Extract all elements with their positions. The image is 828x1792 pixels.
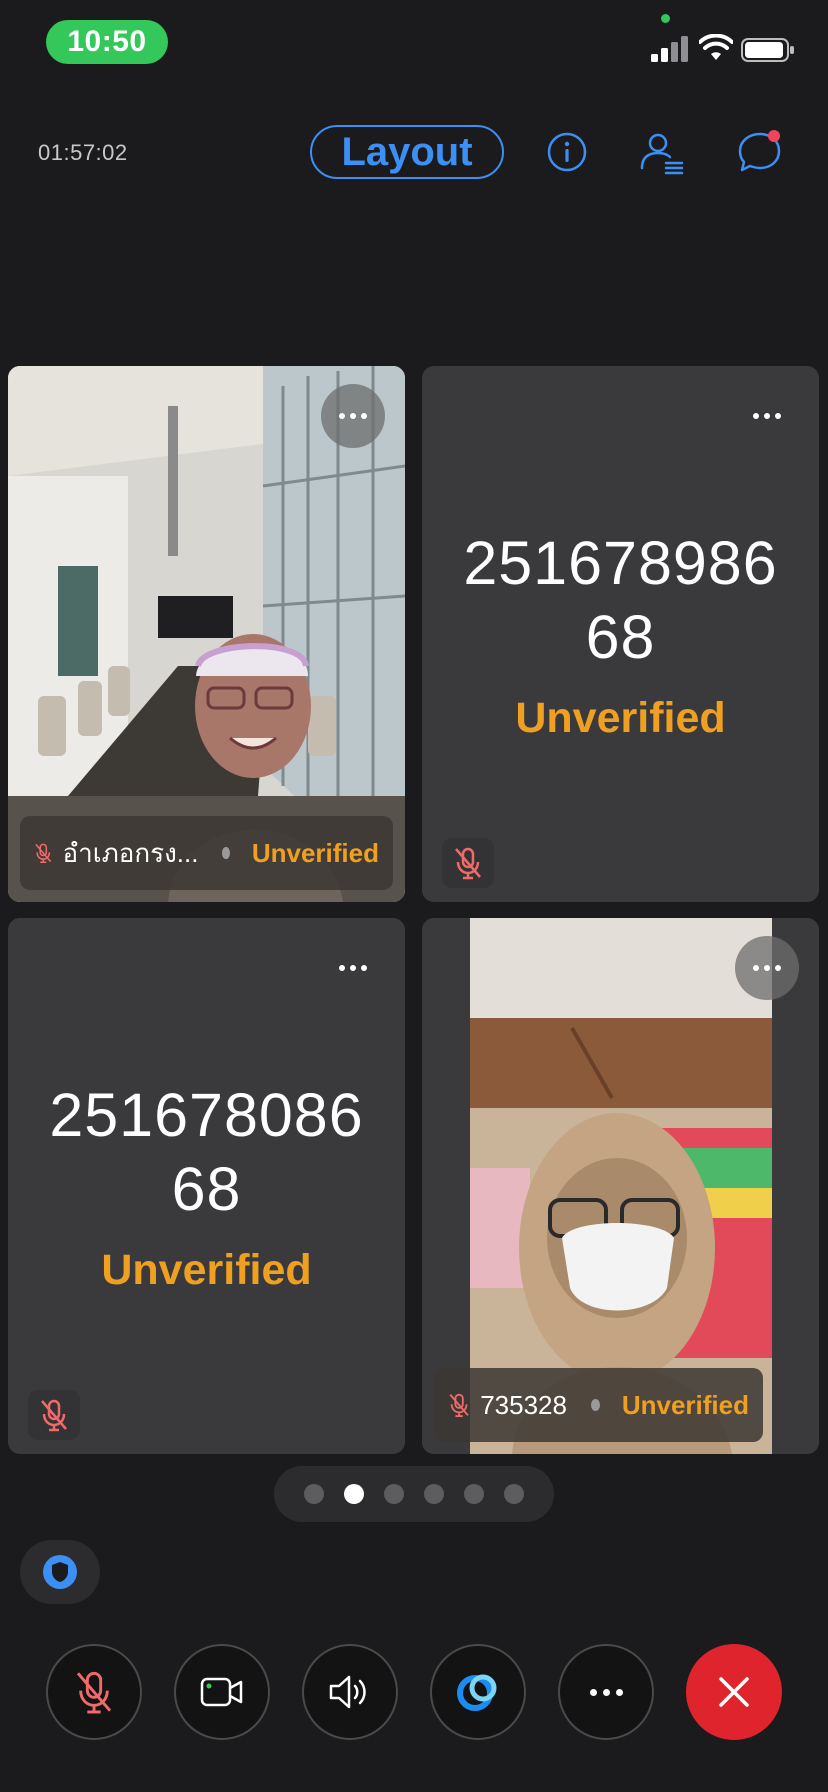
security-button[interactable] xyxy=(20,1540,100,1604)
page-dot[interactable] xyxy=(384,1484,404,1504)
mic-muted-icon xyxy=(449,1393,469,1418)
more-icon xyxy=(753,965,781,971)
mic-muted-icon xyxy=(455,847,481,880)
page-dot[interactable] xyxy=(304,1484,324,1504)
participant-tile-4[interactable]: 735328 Unverified xyxy=(422,918,819,1454)
participant-number-cont: 68 xyxy=(171,1155,242,1223)
cellular-signal-icon xyxy=(651,36,688,62)
webex-assistant-icon xyxy=(457,1674,497,1711)
mic-muted-icon xyxy=(76,1671,112,1714)
participant-name: 735328 xyxy=(480,1389,567,1420)
verification-status: Unverified xyxy=(101,1246,312,1294)
participant-options-button[interactable] xyxy=(735,384,799,448)
mute-indicator xyxy=(442,838,494,888)
participant-options-button[interactable] xyxy=(735,936,799,1000)
mute-indicator xyxy=(28,1390,80,1440)
participant-tile-2[interactable]: 251678986 68 Unverified xyxy=(422,366,819,902)
participant-tile-1[interactable]: อำเภอกรง... Unverified xyxy=(8,366,405,902)
more-icon xyxy=(753,413,781,419)
shield-icon xyxy=(43,1555,77,1589)
more-options-button[interactable] xyxy=(558,1644,654,1740)
participant-number: 251678086 xyxy=(49,1081,364,1149)
separator-dot xyxy=(222,847,230,859)
chat-icon[interactable] xyxy=(734,126,786,178)
audio-button[interactable] xyxy=(302,1644,398,1740)
mute-button[interactable] xyxy=(46,1644,142,1740)
video-button[interactable] xyxy=(174,1644,270,1740)
participant-options-button[interactable] xyxy=(321,384,385,448)
battery-icon xyxy=(741,38,794,62)
verification-status: Unverified xyxy=(251,837,379,868)
page-dot[interactable] xyxy=(424,1484,444,1504)
end-call-button[interactable] xyxy=(686,1644,782,1740)
close-icon xyxy=(719,1677,749,1707)
more-icon xyxy=(589,1688,623,1696)
camera-in-use-indicator xyxy=(661,14,670,23)
participant-name: อำเภอกรง... xyxy=(62,837,199,868)
participant-name-bar: 735328 Unverified xyxy=(434,1368,763,1442)
participant-number-cont: 68 xyxy=(585,603,656,671)
info-icon[interactable] xyxy=(541,126,593,178)
participant-options-button[interactable] xyxy=(321,936,385,1000)
participant-tile-3[interactable]: 251678086 68 Unverified xyxy=(8,918,405,1454)
participant-number: 251678986 xyxy=(463,529,778,597)
mic-muted-icon xyxy=(41,1399,67,1432)
verification-status: Unverified xyxy=(515,694,726,742)
wifi-icon xyxy=(699,34,733,60)
status-time: 10:50 xyxy=(46,20,168,64)
more-icon xyxy=(339,413,367,419)
video-icon xyxy=(200,1677,243,1707)
speaker-icon xyxy=(329,1675,366,1709)
mic-muted-icon xyxy=(35,843,52,864)
separator-dot xyxy=(590,1399,600,1411)
participant-name-bar: อำเภอกรง... Unverified xyxy=(20,816,393,890)
layout-button[interactable]: Layout xyxy=(310,125,504,179)
page-dot[interactable] xyxy=(464,1484,484,1504)
meeting-timer: 01:57:02 xyxy=(38,140,128,165)
participants-icon[interactable] xyxy=(636,126,688,178)
verification-status: Unverified xyxy=(621,1389,749,1420)
page-indicator[interactable] xyxy=(274,1466,554,1522)
assistant-button[interactable] xyxy=(430,1644,526,1740)
page-dot[interactable] xyxy=(504,1484,524,1504)
page-dot-active[interactable] xyxy=(344,1484,364,1504)
more-icon xyxy=(339,965,367,971)
